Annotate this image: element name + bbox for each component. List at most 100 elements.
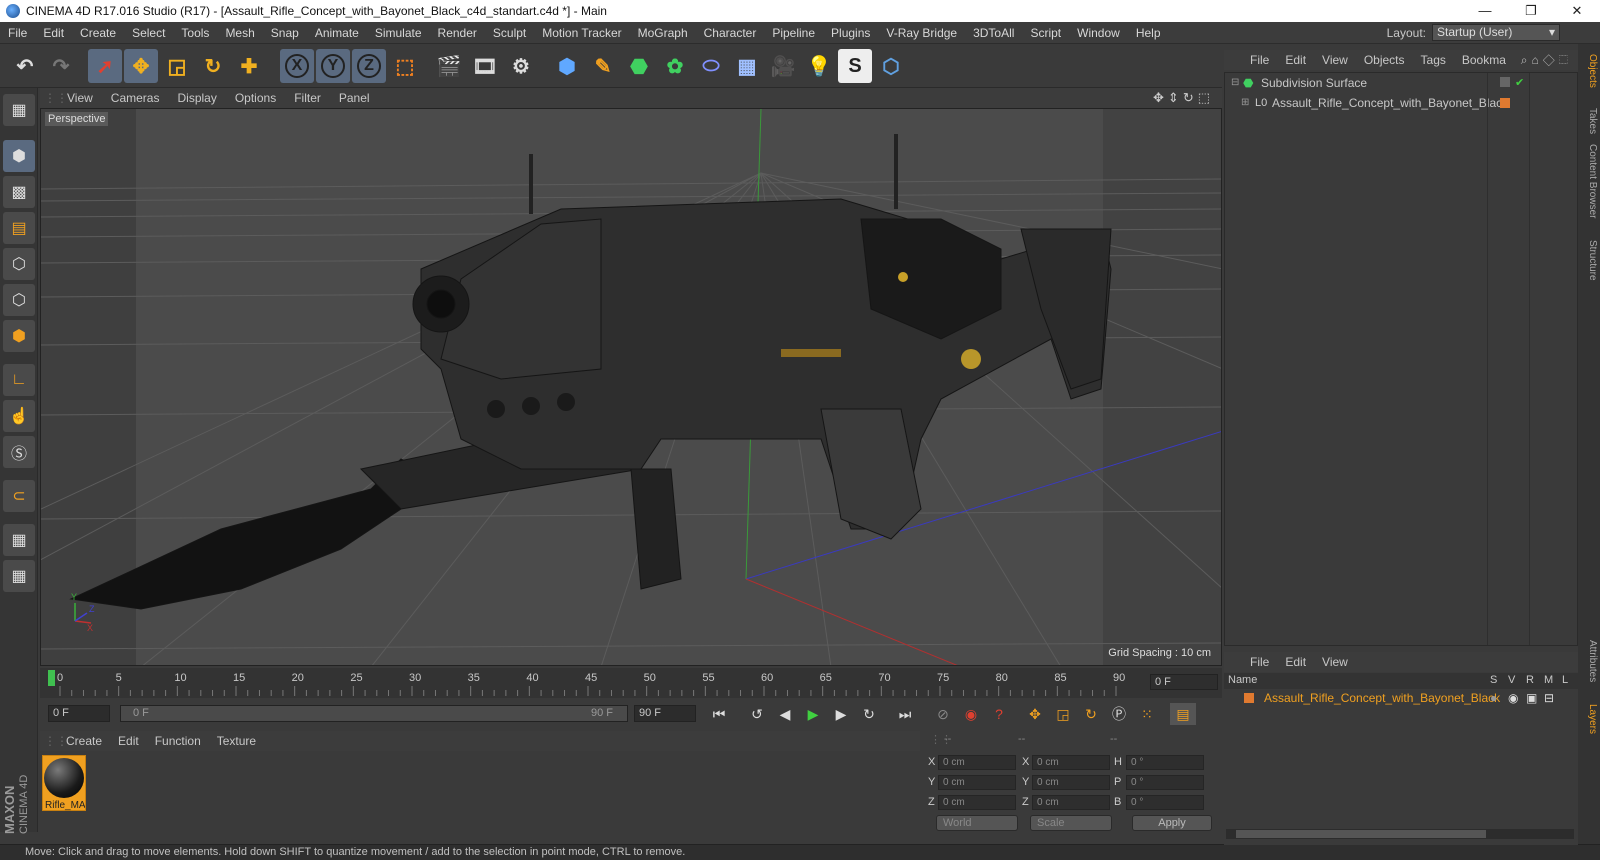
menu-help[interactable]: Help [1128,22,1169,44]
layer-render-icon[interactable]: ▣ [1526,691,1537,705]
scale-tool-icon[interactable]: ◲ [160,49,194,83]
deformer-icon[interactable]: ⬭ [694,49,728,83]
key-parameter-icon[interactable]: Ⓟ [1106,703,1132,725]
layer-manager-icon[interactable]: ⊟ [1544,691,1554,705]
obj-menu-bookmarks[interactable]: Bookma [1454,53,1514,67]
menu-file[interactable]: File [0,22,35,44]
light-icon[interactable]: 💡 [802,49,836,83]
tab-layers[interactable]: Layers [1580,704,1598,734]
enabled-check-icon[interactable]: ✔ [1515,73,1524,93]
layout-dropdown[interactable]: Startup (User) [1432,24,1560,41]
menu-create[interactable]: Create [72,22,124,44]
menu-window[interactable]: Window [1069,22,1128,44]
obj-menu-view[interactable]: View [1314,53,1356,67]
rot-p-field[interactable]: 0 ° [1126,775,1204,790]
viewport-menu-options[interactable]: Options [226,91,285,105]
menu-render[interactable]: Render [430,22,485,44]
python-icon[interactable]: ⬡ [874,49,908,83]
camera-icon[interactable]: 🎥 [766,49,800,83]
tab-takes[interactable]: Takes [1580,108,1598,134]
play-icon[interactable]: ▶ [800,703,826,725]
coordinate-mode-dropdown[interactable]: Scale [1030,815,1112,831]
tweak-mode-icon[interactable]: ☝ [3,400,35,432]
soft-selection-icon[interactable]: Ⓢ [3,436,35,468]
layer-visible-icon[interactable]: ◉ [1508,691,1518,705]
live-move-icon[interactable]: ✚ [232,49,266,83]
material-menu-function[interactable]: Function [147,734,209,748]
material-menu-create[interactable]: Create [58,734,110,748]
apply-button[interactable]: Apply [1132,815,1212,831]
render-view-icon[interactable]: 🎬 [432,49,466,83]
tree-row-rifle[interactable]: ⊞ L0 Assault_Rifle_Concept_with_Bayonet_… [1225,93,1577,113]
coordinate-system-icon[interactable]: ⬚ [388,49,422,83]
rot-h-field[interactable]: 0 ° [1126,755,1204,770]
menu-mesh[interactable]: Mesh [217,22,262,44]
pen-spline-icon[interactable]: ✎ [586,49,620,83]
go-to-end-icon[interactable]: ⏭ [892,703,918,725]
menu-motion-tracker[interactable]: Motion Tracker [534,22,629,44]
menu-tools[interactable]: Tools [173,22,217,44]
rotate-tool-icon[interactable]: ↻ [196,49,230,83]
menu-plugins[interactable]: Plugins [823,22,878,44]
pos-x-field[interactable]: 0 cm [938,755,1016,770]
tab-objects[interactable]: Objects [1580,54,1598,88]
menu-3dtoall[interactable]: 3DToAll [965,22,1022,44]
menu-snap[interactable]: Snap [263,22,307,44]
collapse-icon[interactable]: ⊟ [1231,73,1239,93]
current-frame-field[interactable]: 0 F [1150,674,1218,690]
key-rotation-icon[interactable]: ↻ [1078,703,1104,725]
floor-icon[interactable]: ▦ [730,49,764,83]
polygons-mode-icon[interactable]: ⬢ [3,320,35,352]
layer-color-icon[interactable] [1500,98,1510,108]
key-pla-icon[interactable]: ⁙ [1134,703,1160,725]
cube-primitive-icon[interactable]: ⬢ [550,49,584,83]
editor-visibility-icon[interactable] [1500,77,1510,87]
size-z-field[interactable]: 0 cm [1032,795,1110,810]
pos-z-field[interactable]: 0 cm [938,795,1016,810]
next-frame-icon[interactable]: ▶ [828,703,854,725]
key-position-icon[interactable]: ✥ [1022,703,1048,725]
viewport-menu-cameras[interactable]: Cameras [102,91,169,105]
points-mode-icon[interactable]: ⬡ [3,248,35,280]
quantize-icon[interactable]: ▦ [3,560,35,592]
move-tool-icon[interactable]: ✥ [124,49,158,83]
viewport-menu-panel[interactable]: Panel [330,91,379,105]
search-icon[interactable]: ⌕⌂◇⬚ [1521,53,1572,68]
frame-range-slider[interactable]: 0 F 90 F [120,705,628,722]
layer-menu-view[interactable]: View [1314,655,1356,669]
render-picture-viewer-icon[interactable]: 🎞 [468,49,502,83]
texture-mode-icon[interactable]: ▩ [3,176,35,208]
pos-y-field[interactable]: 0 cm [938,775,1016,790]
coordinate-space-dropdown[interactable]: World [936,815,1018,831]
menu-vray-bridge[interactable]: V-Ray Bridge [878,22,965,44]
scrollbar-thumb[interactable] [1236,830,1486,838]
minimize-button[interactable]: — [1462,0,1508,22]
obj-menu-tags[interactable]: Tags [1413,53,1454,67]
menu-pipeline[interactable]: Pipeline [764,22,823,44]
edges-mode-icon[interactable]: ⬡ [3,284,35,316]
model-mode-icon[interactable]: ⬢ [3,140,35,172]
previous-key-icon[interactable]: ↺ [744,703,770,725]
menu-script[interactable]: Script [1022,22,1069,44]
viewport-menu-filter[interactable]: Filter [285,91,330,105]
y-axis-lock-button[interactable]: Y [316,49,350,83]
viewport-menu-view[interactable]: View [58,91,102,105]
menu-animate[interactable]: Animate [307,22,367,44]
layer-solo-icon[interactable]: ● [1490,691,1497,705]
viewport-navigation-icons[interactable]: ✥⇕↻⬚ [1153,90,1214,106]
sketch-icon[interactable]: S [838,49,872,83]
subdivision-surface-icon[interactable]: ⬣ [622,49,656,83]
menu-sculpt[interactable]: Sculpt [485,22,534,44]
obj-menu-file[interactable]: File [1242,53,1277,67]
obj-menu-objects[interactable]: Objects [1356,53,1413,67]
size-x-field[interactable]: 0 cm [1032,755,1110,770]
tab-structure[interactable]: Structure [1580,240,1598,281]
mograph-cloner-icon[interactable]: ✿ [658,49,692,83]
start-frame-field[interactable]: 0 F [48,705,110,722]
tab-attributes[interactable]: Attributes [1580,640,1598,682]
rot-b-field[interactable]: 0 ° [1126,795,1204,810]
menu-select[interactable]: Select [124,22,173,44]
x-axis-lock-button[interactable]: X [280,49,314,83]
material-menu-edit[interactable]: Edit [110,734,147,748]
next-key-icon[interactable]: ↻ [856,703,882,725]
